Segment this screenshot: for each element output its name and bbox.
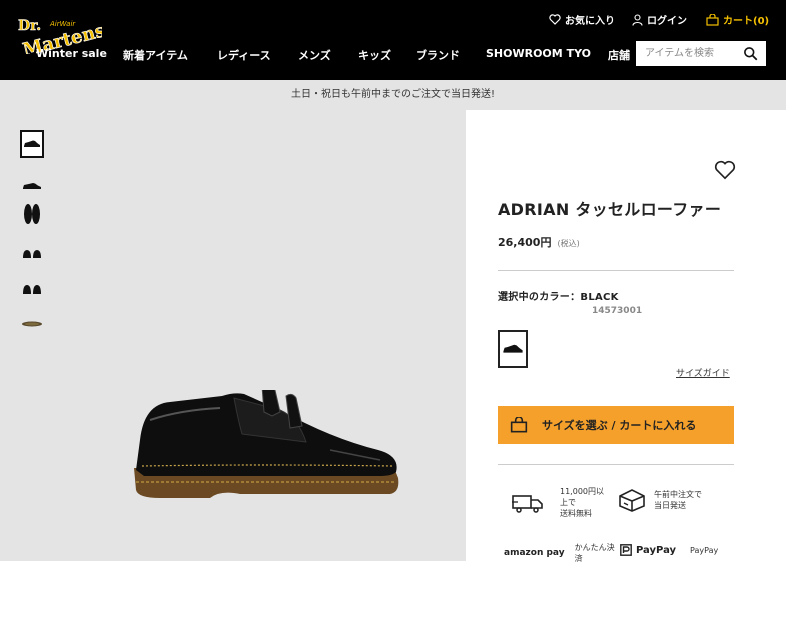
size-guide-link[interactable]: サイズガイド <box>676 366 730 379</box>
paypay-logo: PayPay <box>636 544 677 556</box>
nav-item-brand[interactable]: ブランド <box>416 47 460 63</box>
favorite-heart-icon[interactable] <box>714 160 736 180</box>
thumbnail-4[interactable] <box>20 240 44 268</box>
search-box <box>636 41 766 66</box>
divider <box>498 464 734 465</box>
nav-item-showroom[interactable]: SHOWROOM TYO <box>486 47 591 60</box>
truck-icon <box>512 494 543 513</box>
login-link[interactable]: ログイン <box>632 12 687 27</box>
add-to-cart-button[interactable]: サイズを選ぶ / カートに入れる <box>498 406 734 444</box>
product-gallery <box>0 110 466 561</box>
shoe-swatch-icon <box>503 344 523 353</box>
product-sku: 14573001 <box>592 306 643 316</box>
feature-text-line: 送料無料 <box>560 509 592 518</box>
search-input[interactable] <box>636 41 740 66</box>
shoe-front-thumbnail-icon <box>23 250 41 258</box>
thumbnail-2[interactable] <box>20 172 44 200</box>
product-info-panel: ADRIAN タッセルローファー 26,400円 (税込) 選択中のカラー：BLA… <box>466 110 786 563</box>
login-label: ログイン <box>647 16 687 27</box>
nav-item-winter-sale[interactable]: Winter sale <box>36 47 107 60</box>
thumbnail-1[interactable] <box>20 130 44 158</box>
shoe-sole-thumbnail-icon <box>22 321 42 327</box>
user-icon <box>632 13 643 26</box>
box-icon <box>619 489 645 512</box>
shoe-top-thumbnail-icon <box>24 204 40 224</box>
nav-item-new-arrivals[interactable]: 新着アイテム <box>123 47 188 63</box>
search-icon[interactable] <box>743 46 758 61</box>
product-main-image <box>134 390 399 498</box>
svg-text:AirWair: AirWair <box>49 20 76 28</box>
nav-item-ladies[interactable]: レディース <box>217 47 271 63</box>
feature-text-line: 午前中注文で <box>654 490 702 499</box>
cart-label: カート(0) <box>723 16 770 27</box>
paypay-icon <box>620 544 632 556</box>
add-to-cart-label: サイズを選ぶ / カートに入れる <box>542 419 697 432</box>
feature-text-line: 上で <box>560 498 576 507</box>
same-day-text: 午前中注文で 当日発送 <box>654 489 702 511</box>
shoe-side-thumbnail-icon <box>23 183 41 189</box>
free-shipping-text: 11,000円以 上で 送料無料 <box>560 486 604 519</box>
favorites-link[interactable]: お気に入り <box>549 12 615 27</box>
paypay-text: PayPay <box>690 545 719 555</box>
feature-text-line: 11,000円以 <box>560 487 604 496</box>
selected-color-label: 選択中のカラー：BLACK <box>498 292 619 303</box>
color-swatch-black[interactable] <box>498 330 528 368</box>
heart-icon <box>549 14 561 25</box>
nav-item-mens[interactable]: メンズ <box>298 47 331 63</box>
feature-text-line: 当日発送 <box>654 501 686 510</box>
nav-item-kids[interactable]: キッズ <box>358 47 391 63</box>
same-day-feature: 午前中注文で 当日発送 <box>618 488 702 512</box>
paypay-option: PayPay PayPay <box>620 544 718 556</box>
svg-text:Dr.: Dr. <box>18 18 41 34</box>
nav-item-stores[interactable]: 店舗 <box>608 47 630 63</box>
product-price: 26,400円 (税込) <box>498 234 580 250</box>
amazon-pay-logo: amazon pay <box>504 548 565 558</box>
divider <box>498 270 734 271</box>
shoe-side-thumbnail-icon <box>24 140 40 147</box>
thumbnail-5[interactable] <box>20 275 44 303</box>
site-header: Dr. Martens AirWair お気に入り ログイン カート(0) Wi… <box>0 0 786 80</box>
cart-bag-icon <box>706 13 719 26</box>
price-value: 26,400円 <box>498 236 552 249</box>
cart-link[interactable]: カート(0) <box>706 12 769 27</box>
product-title: ADRIAN タッセルローファー <box>498 200 722 219</box>
free-shipping-feature: 11,000円以 上で 送料無料 <box>512 486 604 519</box>
thumbnail-3[interactable] <box>20 200 44 228</box>
shoe-back-thumbnail-icon <box>23 284 41 294</box>
thumbnail-6[interactable] <box>20 310 44 338</box>
cart-bag-icon <box>510 417 528 433</box>
same-day-shipping-notice: 土日・祝日も午前中までのご注文で当日発送! <box>0 80 786 110</box>
favorites-label: お気に入り <box>565 16 615 27</box>
tax-note: (税込) <box>557 239 580 248</box>
